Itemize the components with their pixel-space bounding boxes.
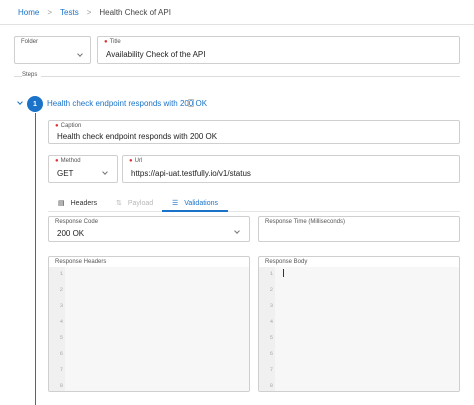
line-number: 4 [269,318,273,325]
tab-payload[interactable]: ⇅ Payload [116,194,153,212]
breadcrumb-separator-icon: > [47,8,53,17]
steps-label: Steps [22,72,42,78]
line-number: 3 [269,302,273,309]
breadcrumb-current: Health Check of API [99,8,171,17]
headers-icon: ▤ [58,200,65,207]
line-number: 3 [59,302,63,309]
title-label-text: Title [109,39,121,45]
folder-select[interactable]: Folder [14,36,91,64]
breadcrumb: Home > Tests > Health Check of API [18,8,171,17]
caption-label: ● Caption [55,123,81,129]
line-number: 2 [59,286,63,293]
tab-headers[interactable]: ▤ Headers [58,194,97,212]
line-number: 6 [269,350,273,357]
step-title[interactable]: Health check endpoint responds with 200 … [47,99,207,108]
url-label: ● Url [129,158,142,164]
response-code-value: 200 OK [57,229,85,238]
url-value: https://api-uat.testfully.io/v1/status [131,169,251,178]
line-number: 1 [59,270,63,277]
method-label-text: Method [60,158,81,164]
response-headers-editor[interactable]: Response Headers 1 2 3 4 5 6 7 8 [48,256,250,392]
line-gutter: 1 2 3 4 5 6 7 8 [49,267,65,391]
method-value: GET [57,169,74,178]
response-body-editor[interactable]: Response Body 1 2 3 4 5 6 7 8 [258,256,460,392]
required-asterisk-icon: ● [55,123,59,129]
tab-validations-label: Validations [184,199,219,207]
delete-step-icon[interactable] [188,99,194,107]
line-number: 5 [59,334,63,341]
response-time-field[interactable]: Response Time (Milliseconds) [258,216,460,242]
url-label-text: Url [134,158,143,164]
payload-icon: ⇅ [116,200,122,207]
step-connector-line [35,113,36,405]
title-field[interactable]: ● Title Availability Check of the API [97,36,460,64]
line-number: 5 [269,334,273,341]
response-body-label: Response Body [265,259,308,265]
title-value: Availability Check of the API [106,50,206,59]
validations-icon: ☰ [172,200,179,207]
caption-value: Health check endpoint responds with 200 … [57,132,218,141]
folder-label: Folder [21,39,39,45]
line-number: 8 [59,382,63,389]
text-cursor [283,269,284,277]
line-number: 6 [59,350,63,357]
response-code-select[interactable]: Response Code 200 OK [48,216,250,242]
request-tabs: ▤ Headers ⇅ Payload ☰ Validations [48,194,460,212]
line-number: 8 [269,382,273,389]
required-asterisk-icon: ● [129,158,133,164]
response-headers-code-area[interactable] [65,267,249,391]
line-number: 7 [269,366,273,373]
line-gutter: 1 2 3 4 5 6 7 8 [259,267,275,391]
breadcrumb-tests-link[interactable]: Tests [60,8,79,17]
tab-payload-label: Payload [127,199,154,207]
response-headers-label: Response Headers [55,259,107,265]
header-divider [0,24,474,25]
steps-divider [14,76,460,77]
chevron-down-icon [77,51,83,57]
tab-headers-label: Headers [70,199,98,207]
active-tab-indicator [162,210,228,212]
breadcrumb-home-link[interactable]: Home [18,8,39,17]
title-label: ● Title [104,39,121,45]
response-body-code-area[interactable] [275,267,459,391]
chevron-down-icon [102,169,108,175]
line-number: 7 [59,366,63,373]
line-number: 4 [59,318,63,325]
chevron-down-icon [234,228,240,234]
breadcrumb-separator-icon: > [86,8,92,17]
caption-label-text: Caption [60,123,82,129]
method-select[interactable]: ● Method GET [48,155,118,183]
method-label: ● Method [55,158,81,164]
required-asterisk-icon: ● [104,39,108,45]
collapse-chevron-icon[interactable] [17,99,23,105]
response-time-label: Response Time (Milliseconds) [265,219,346,225]
url-field[interactable]: ● Url https://api-uat.testfully.io/v1/sta… [122,155,460,183]
response-code-label: Response Code [55,219,99,225]
required-asterisk-icon: ● [55,158,59,164]
caption-field[interactable]: ● Caption Health check endpoint responds … [48,120,460,144]
line-number: 2 [269,286,273,293]
step-number-badge: 1 [27,96,43,112]
line-number: 1 [269,270,273,277]
